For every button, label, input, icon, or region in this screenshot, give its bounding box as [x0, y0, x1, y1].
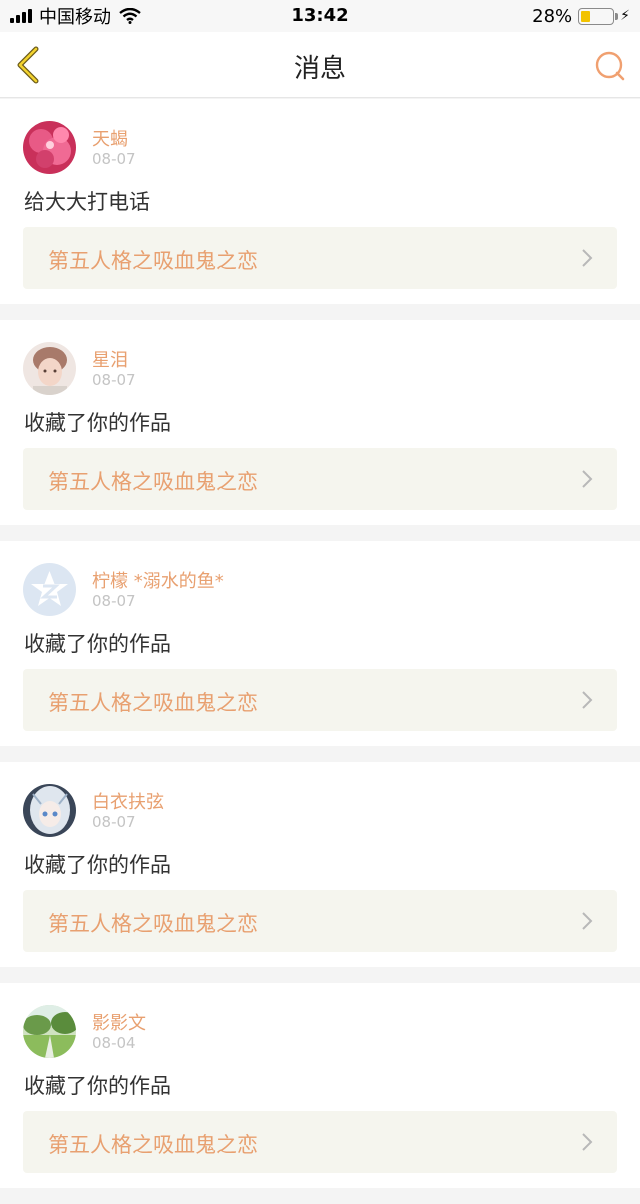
person-avatar[interactable] [23, 342, 76, 395]
message-text: 收藏了你的作品 [24, 632, 171, 656]
message-card: 柠檬 *溺水的鱼* 08-07 收藏了你的作品 第五人格之吸血鬼之恋 [0, 541, 640, 746]
message-text: 收藏了你的作品 [24, 853, 171, 877]
work-title: 第五人格之吸血鬼之恋 [48, 249, 258, 273]
chevron-right-icon [582, 912, 593, 930]
work-title: 第五人格之吸血鬼之恋 [48, 912, 258, 936]
work-link[interactable]: 第五人格之吸血鬼之恋 [23, 669, 617, 731]
message-card: 影影文 08-04 收藏了你的作品 第五人格之吸血鬼之恋 [0, 983, 640, 1188]
chevron-right-icon [582, 470, 593, 488]
landscape-avatar[interactable] [23, 1005, 76, 1058]
search-icon [595, 51, 625, 81]
work-title: 第五人格之吸血鬼之恋 [48, 691, 258, 715]
work-link[interactable]: 第五人格之吸血鬼之恋 [23, 227, 617, 289]
username[interactable]: 影影文 [92, 1009, 146, 1035]
flower-avatar[interactable] [23, 121, 76, 174]
qzone-star-avatar[interactable] [23, 563, 76, 616]
message-date: 08-04 [92, 1034, 136, 1052]
username[interactable]: 天蝎 [92, 125, 128, 151]
message-date: 08-07 [92, 371, 136, 389]
work-title: 第五人格之吸血鬼之恋 [48, 1133, 258, 1157]
nav-bar: 消息 [0, 32, 640, 98]
message-text: 收藏了你的作品 [24, 411, 171, 435]
message-date: 08-07 [92, 813, 136, 831]
message-text: 收藏了你的作品 [24, 1074, 171, 1098]
message-date: 08-07 [92, 592, 136, 610]
chevron-right-icon [582, 691, 593, 709]
page-title: 消息 [293, 54, 346, 84]
charging-icon: ⚡ [620, 8, 630, 24]
work-title: 第五人格之吸血鬼之恋 [48, 470, 258, 494]
chevron-right-icon [582, 1133, 593, 1151]
message-card: 星泪 08-07 收藏了你的作品 第五人格之吸血鬼之恋 [0, 320, 640, 525]
username[interactable]: 柠檬 *溺水的鱼* [92, 567, 224, 593]
search-button[interactable] [594, 50, 626, 82]
chevron-right-icon [582, 249, 593, 267]
username[interactable]: 星泪 [92, 346, 128, 372]
message-text: 给大大打电话 [24, 190, 150, 214]
anime-girl-avatar[interactable] [23, 784, 76, 837]
battery-percent: 28% [532, 5, 573, 27]
message-card: 天蝎 08-07 给大大打电话 第五人格之吸血鬼之恋 [0, 99, 640, 304]
work-link[interactable]: 第五人格之吸血鬼之恋 [23, 890, 617, 952]
username[interactable]: 白衣扶弦 [92, 788, 164, 814]
message-list: 天蝎 08-07 给大大打电话 第五人格之吸血鬼之恋 星泪 08-07 收藏了你… [0, 99, 640, 1204]
message-card: 白衣扶弦 08-07 收藏了你的作品 第五人格之吸血鬼之恋 [0, 762, 640, 967]
status-bar: 中国移动 13:42 28% ⚡ [0, 0, 640, 32]
work-link[interactable]: 第五人格之吸血鬼之恋 [23, 448, 617, 510]
message-date: 08-07 [92, 150, 136, 168]
battery-icon [578, 7, 619, 25]
work-link[interactable]: 第五人格之吸血鬼之恋 [23, 1111, 617, 1173]
